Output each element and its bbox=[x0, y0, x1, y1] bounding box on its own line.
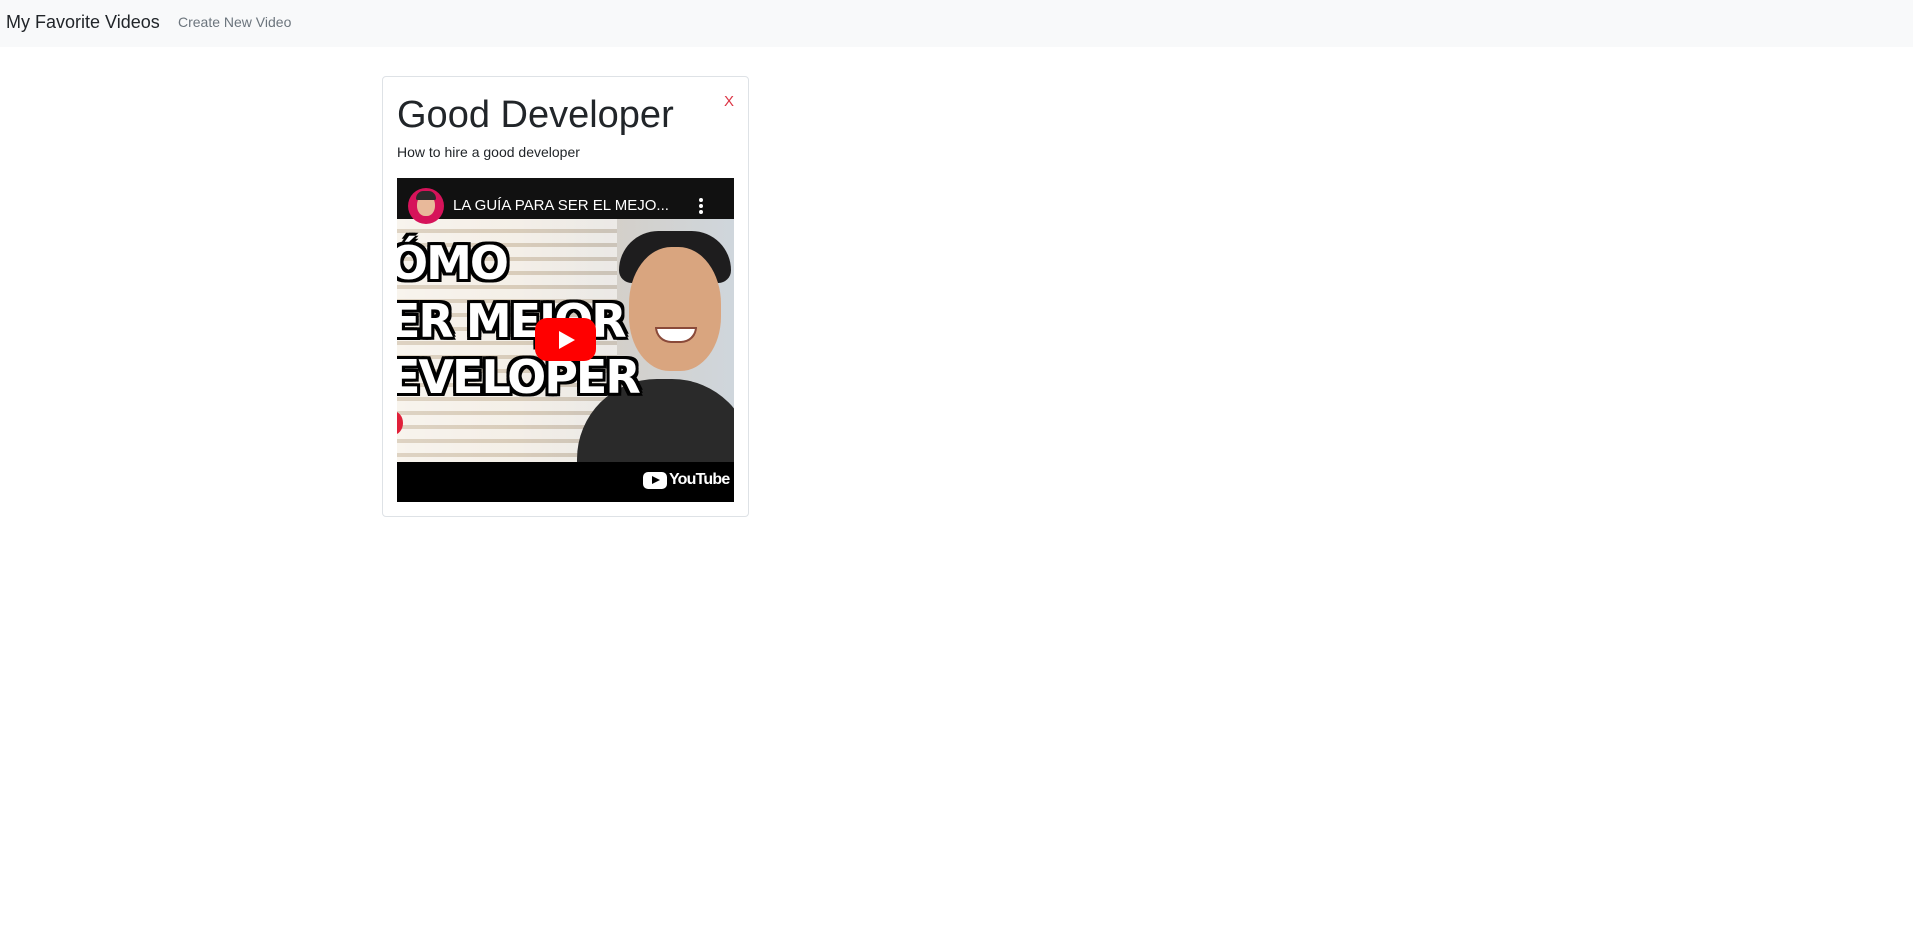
navbar: My Favorite Videos Create New Video bbox=[0, 0, 1913, 47]
youtube-embed[interactable]: ÓMO ER MEJOR EVELOPER LA GUÍA PARA SER E… bbox=[397, 178, 734, 502]
video-footer: YouTube bbox=[397, 462, 734, 502]
youtube-logo-icon bbox=[643, 471, 667, 489]
youtube-logo[interactable]: YouTube bbox=[643, 471, 730, 491]
play-icon[interactable] bbox=[535, 318, 596, 361]
avatar-hair-icon bbox=[416, 191, 436, 200]
video-card-title: Good Developer bbox=[397, 94, 674, 136]
video-card-description: How to hire a good developer bbox=[397, 144, 580, 160]
delete-video-button[interactable]: X bbox=[724, 93, 734, 110]
channel-avatar[interactable] bbox=[408, 188, 444, 224]
youtube-wordmark: YouTube bbox=[669, 471, 730, 488]
create-new-video-link[interactable]: Create New Video bbox=[178, 14, 291, 30]
thumbnail-person-face bbox=[629, 247, 721, 371]
thumbnail-text-line: ÓMO bbox=[397, 236, 509, 290]
navbar-brand[interactable]: My Favorite Videos bbox=[6, 12, 160, 33]
thumbnail-text-line: EVELOPER bbox=[397, 350, 641, 404]
more-options-icon[interactable] bbox=[699, 198, 703, 216]
video-card: Good Developer X How to hire a good deve… bbox=[382, 76, 749, 517]
embed-video-title[interactable]: LA GUÍA PARA SER EL MEJO... bbox=[453, 197, 669, 214]
